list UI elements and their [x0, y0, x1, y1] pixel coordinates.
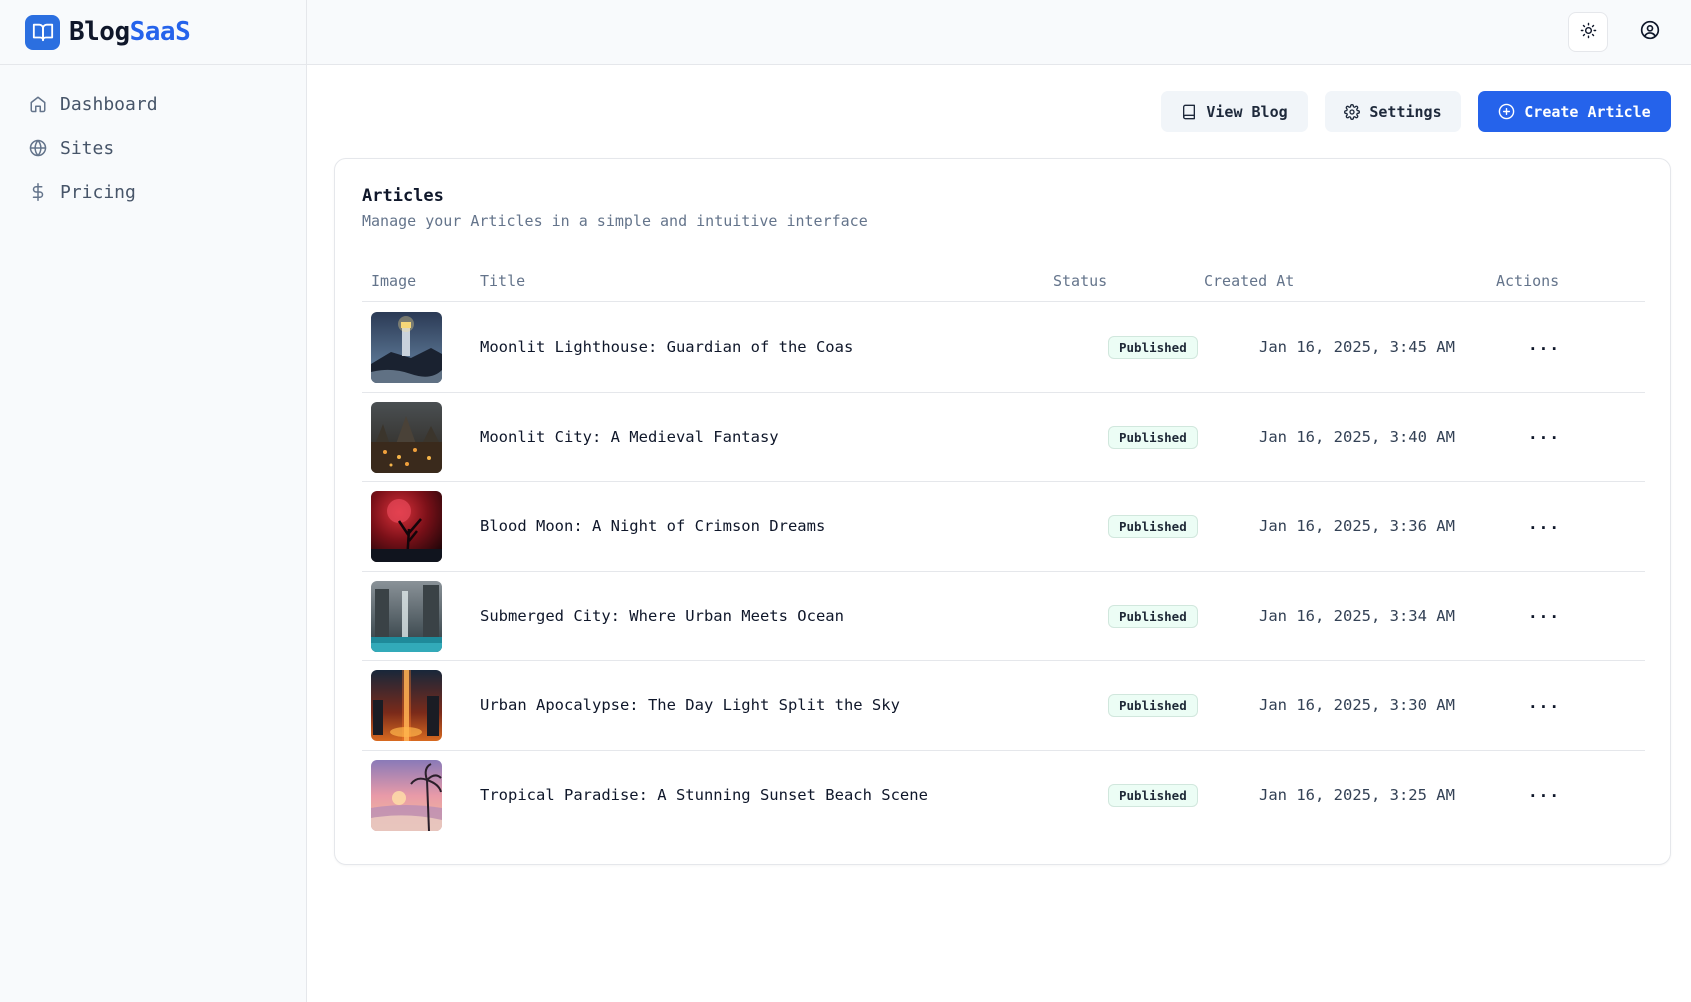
status-badge: Published [1108, 694, 1198, 717]
more-actions-button[interactable]: ··· [1528, 780, 1560, 812]
table-row[interactable]: Moonlit Lighthouse: Guardian of the Coas… [362, 303, 1645, 393]
article-thumbnail [371, 580, 442, 652]
created-at: Jan 16, 2025, 3:36 AM [1259, 517, 1455, 535]
user-circle-icon [1640, 20, 1660, 44]
article-title[interactable]: Blood Moon: A Night of Crimson Dreams [480, 517, 825, 535]
brand[interactable]: BlogSaaS [0, 0, 306, 65]
created-at: Jan 16, 2025, 3:30 AM [1259, 696, 1455, 714]
more-actions-button[interactable]: ··· [1528, 332, 1560, 364]
plus-circle-icon [1498, 103, 1515, 120]
card-subtitle: Manage your Articles in a simple and int… [362, 212, 868, 230]
articles-card: Articles Manage your Articles in a simpl… [334, 158, 1671, 865]
ellipsis-icon: ··· [1528, 786, 1560, 805]
article-title[interactable]: Urban Apocalypse: The Day Light Split th… [480, 696, 900, 714]
ellipsis-icon: ··· [1528, 428, 1560, 447]
view-blog-button[interactable]: View Blog [1161, 91, 1308, 132]
sidebar-item-dashboard[interactable]: Dashboard [0, 82, 306, 126]
article-title[interactable]: Moonlit Lighthouse: Guardian of the Coas [480, 338, 853, 356]
globe-icon [28, 138, 48, 158]
view-blog-label: View Blog [1206, 102, 1288, 121]
more-actions-button[interactable]: ··· [1528, 511, 1560, 543]
sidebar-item-pricing[interactable]: Pricing [0, 170, 306, 214]
settings-button[interactable]: Settings [1325, 91, 1461, 132]
brand-name: BlogSaaS [69, 17, 191, 47]
status-badge: Published [1108, 515, 1198, 538]
more-actions-button[interactable]: ··· [1528, 690, 1560, 722]
sidebar-nav: Dashboard Sites Pricing [0, 65, 306, 214]
book-icon [1181, 104, 1197, 120]
more-actions-button[interactable]: ··· [1528, 422, 1560, 454]
ellipsis-icon: ··· [1528, 696, 1560, 716]
create-article-label: Create Article [1524, 102, 1651, 121]
settings-label: Settings [1369, 102, 1442, 121]
brand-name-part2: SaaS [129, 17, 191, 47]
article-thumbnail [371, 759, 442, 831]
column-header-actions: Actions [1496, 272, 1560, 290]
card-title: Articles [362, 186, 444, 206]
dollar-icon [28, 182, 48, 202]
sidebar: BlogSaaS Dashboard Sites Pricing [0, 0, 307, 1002]
table-row[interactable]: Moonlit City: A Medieval Fantasy Publish… [362, 393, 1645, 482]
table-header: Image Title Status Created At Actions [362, 264, 1645, 302]
home-icon [28, 94, 48, 114]
user-menu-button[interactable] [1630, 12, 1670, 52]
table-row[interactable]: Tropical Paradise: A Stunning Sunset Bea… [362, 751, 1645, 841]
status-badge: Published [1108, 604, 1198, 628]
ellipsis-icon: ··· [1528, 338, 1560, 358]
sidebar-item-sites[interactable]: Sites [0, 126, 306, 170]
table-row[interactable]: Submerged City: Where Urban Meets Ocean … [362, 572, 1645, 661]
column-header-created-at: Created At [1204, 272, 1295, 290]
sidebar-item-label: Sites [60, 137, 115, 159]
ellipsis-icon: ··· [1528, 607, 1560, 626]
articles-table-body: Moonlit Lighthouse: Guardian of the Coas… [362, 303, 1645, 840]
created-at: Jan 16, 2025, 3:25 AM [1259, 785, 1455, 804]
sidebar-item-label: Dashboard [60, 93, 158, 115]
created-at: Jan 16, 2025, 3:45 AM [1259, 338, 1455, 356]
article-title[interactable]: Moonlit City: A Medieval Fantasy [480, 428, 779, 446]
created-at: Jan 16, 2025, 3:40 AM [1259, 427, 1455, 446]
column-header-status: Status [1053, 272, 1108, 290]
gear-icon [1344, 103, 1361, 120]
sun-icon [1580, 22, 1597, 43]
article-thumbnail [371, 312, 442, 383]
sidebar-item-label: Pricing [60, 181, 136, 203]
status-badge: Published [1108, 783, 1198, 807]
brand-name-part1: Blog [69, 17, 130, 47]
status-badge: Published [1108, 336, 1198, 359]
theme-toggle-button[interactable] [1568, 12, 1608, 52]
created-at: Jan 16, 2025, 3:34 AM [1259, 606, 1455, 625]
article-title[interactable]: Tropical Paradise: A Stunning Sunset Bea… [480, 786, 928, 804]
article-thumbnail [371, 491, 442, 562]
table-row[interactable]: Blood Moon: A Night of Crimson Dreams Pu… [362, 482, 1645, 572]
more-actions-button[interactable]: ··· [1528, 601, 1560, 633]
column-header-image: Image [371, 272, 417, 290]
table-row[interactable]: Urban Apocalypse: The Day Light Split th… [362, 661, 1645, 751]
status-badge: Published [1108, 425, 1198, 449]
create-article-button[interactable]: Create Article [1478, 91, 1671, 132]
article-thumbnail [371, 401, 442, 473]
article-title[interactable]: Submerged City: Where Urban Meets Ocean [480, 607, 844, 625]
ellipsis-icon: ··· [1528, 517, 1560, 537]
column-header-title: Title [480, 272, 526, 290]
top-bar [307, 0, 1691, 65]
book-open-icon [25, 14, 60, 50]
article-thumbnail [371, 670, 442, 741]
